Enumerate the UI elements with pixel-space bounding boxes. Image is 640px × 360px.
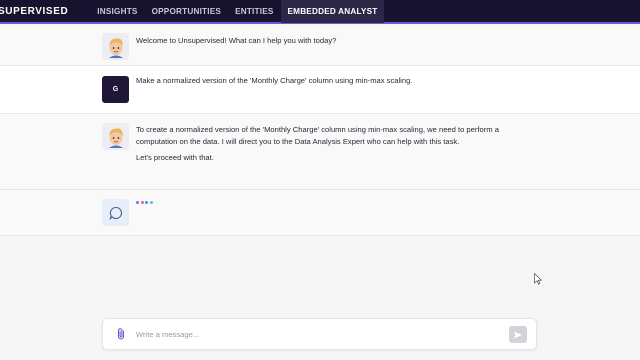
chat-message-assistant: To create a normalized version of the 'M… xyxy=(0,114,640,190)
chat-bubble-icon xyxy=(109,206,122,220)
top-navigation-bar: SUPERVISED INSIGHTS OPPORTUNITIES ENTITI… xyxy=(0,0,640,24)
assistant-avatar xyxy=(102,123,129,150)
chat-feed: Welcome to Unsupervised! What can I help… xyxy=(0,26,640,236)
typing-indicator xyxy=(136,201,153,204)
message-paragraph: Welcome to Unsupervised! What can I help… xyxy=(136,36,337,45)
nav-item-embedded-analyst[interactable]: EMBEDDED ANALYST xyxy=(280,0,385,23)
memoji-avatar-icon xyxy=(108,37,123,58)
send-icon xyxy=(514,331,522,338)
message-text: Make a normalized version of the 'Monthl… xyxy=(136,75,516,91)
memoji-avatar-icon xyxy=(108,127,123,148)
nav-item-opportunities[interactable]: OPPORTUNITIES xyxy=(145,0,228,23)
typing-dot xyxy=(136,201,139,204)
chat-message-typing xyxy=(0,190,640,236)
chat-message-user: G Make a normalized version of the 'Mont… xyxy=(0,66,640,114)
main-nav: INSIGHTS OPPORTUNITIES ENTITIES EMBEDDED… xyxy=(90,0,385,23)
message-paragraph: Make a normalized version of the 'Monthl… xyxy=(136,76,413,85)
send-button[interactable] xyxy=(509,326,527,343)
message-text: Welcome to Unsupervised! What can I help… xyxy=(136,35,516,51)
message-paragraph: To create a normalized version of the 'M… xyxy=(136,125,499,146)
typing-dot xyxy=(140,201,144,204)
nav-item-entities[interactable]: ENTITIES xyxy=(228,0,280,23)
assistant-avatar xyxy=(102,199,129,226)
typing-dot xyxy=(149,201,153,204)
brand-logo[interactable]: SUPERVISED xyxy=(0,6,68,17)
chat-message-assistant: Welcome to Unsupervised! What can I help… xyxy=(0,26,640,66)
message-composer xyxy=(102,318,537,350)
paperclip-icon[interactable] xyxy=(115,327,127,341)
user-avatar: G xyxy=(102,76,129,103)
mouse-cursor-icon xyxy=(534,273,542,285)
typing-dot xyxy=(145,201,148,204)
assistant-avatar xyxy=(102,33,129,60)
nav-item-insights[interactable]: INSIGHTS xyxy=(90,0,144,23)
message-text: To create a normalized version of the 'M… xyxy=(136,124,501,168)
message-paragraph: Let's proceed with that. xyxy=(136,153,214,162)
message-input[interactable] xyxy=(136,327,496,342)
